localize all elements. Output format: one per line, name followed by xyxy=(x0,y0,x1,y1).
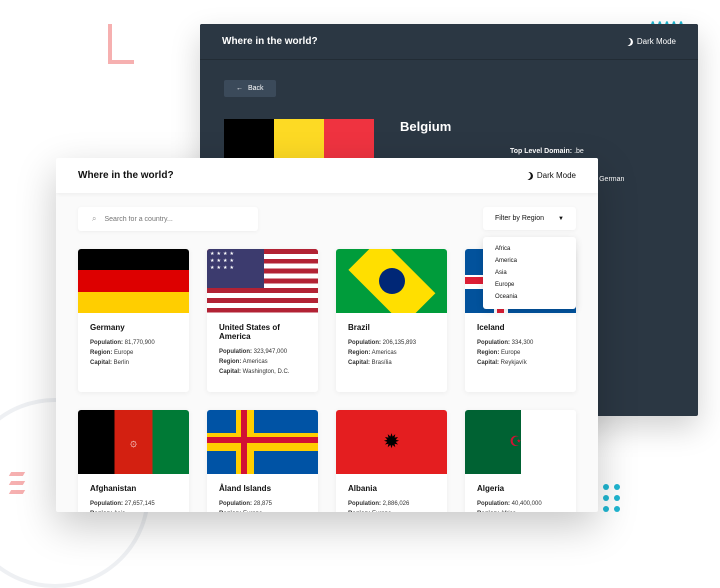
theme-label: Dark Mode xyxy=(637,37,676,46)
search-input[interactable] xyxy=(104,216,244,223)
country-card[interactable]: United States of America Population: 323,… xyxy=(207,249,318,392)
app-title-dark: Where in the world? xyxy=(222,36,318,47)
card-capital: Capital: Berlin xyxy=(90,358,177,368)
decor-stripes xyxy=(10,472,24,494)
arrow-left-icon: ← xyxy=(236,85,243,92)
card-region: Region: Africa xyxy=(477,509,564,512)
card-population: Population: 28,875 xyxy=(219,499,306,509)
card-population: Population: 206,135,893 xyxy=(348,338,435,348)
filter-option[interactable]: Asia xyxy=(483,267,576,279)
country-card[interactable]: ☪AlgeriaPopulation: 40,400,000Region: Af… xyxy=(465,410,576,512)
filter-option[interactable]: Africa xyxy=(483,243,576,255)
country-card[interactable]: ✹AlbaniaPopulation: 2,886,026Region: Eur… xyxy=(336,410,447,512)
back-label: Back xyxy=(248,85,264,92)
card-region: Region: Europe xyxy=(90,348,177,358)
dark-header: Where in the world? Dark Mode xyxy=(200,24,698,59)
moon-icon xyxy=(624,36,634,46)
card-population: Population: 2,886,026 xyxy=(348,499,435,509)
theme-toggle-light[interactable]: Dark Mode xyxy=(525,171,576,180)
filter-option[interactable]: Oceania xyxy=(483,291,576,303)
card-population: Population: 323,947,000 xyxy=(219,347,306,357)
app-title-light: Where in the world? xyxy=(78,170,174,181)
filter-region-menu: Africa America Asia Europe Oceania xyxy=(483,237,576,309)
country-card[interactable]: Germany Population: 81,770,900Region: Eur… xyxy=(78,249,189,392)
toolbar: ⌕ Filter by Region ▼ Africa America Asia… xyxy=(56,193,598,245)
search-box[interactable]: ⌕ xyxy=(78,207,258,231)
card-name: Brazil xyxy=(348,323,435,332)
card-name: Algeria xyxy=(477,484,564,493)
light-header: Where in the world? Dark Mode xyxy=(56,158,598,193)
back-button[interactable]: ← Back xyxy=(224,80,276,97)
filter-option[interactable]: Europe xyxy=(483,279,576,291)
card-region: Region: Europe xyxy=(348,509,435,512)
card-capital: Capital: Washington, D.C. xyxy=(219,367,306,377)
moon-icon xyxy=(524,170,534,180)
decor-bracket xyxy=(108,24,134,64)
card-name: Iceland xyxy=(477,323,564,332)
chevron-down-icon: ▼ xyxy=(558,216,564,222)
card-population: Population: 27,657,145 xyxy=(90,499,177,509)
filter-label: Filter by Region xyxy=(495,215,544,222)
card-region: Region: Europe xyxy=(477,348,564,358)
filter-region-button[interactable]: Filter by Region ▼ xyxy=(483,207,576,230)
country-name: Belgium xyxy=(400,119,674,134)
filter-option[interactable]: America xyxy=(483,255,576,267)
card-region: Region: Americas xyxy=(219,357,306,367)
card-name: Albania xyxy=(348,484,435,493)
card-region: Region: Asia xyxy=(90,509,177,512)
card-capital: Capital: Reykjavík xyxy=(477,358,564,368)
card-region: Region: Americas xyxy=(348,348,435,358)
card-name: Afghanistan xyxy=(90,484,177,493)
card-region: Region: Europe xyxy=(219,509,306,512)
card-capital: Capital: Brasília xyxy=(348,358,435,368)
search-icon: ⌕ xyxy=(92,214,96,224)
theme-toggle-dark[interactable]: Dark Mode xyxy=(625,37,676,46)
country-card[interactable]: Åland Islands Population: 28,875Region: E… xyxy=(207,410,318,512)
country-card[interactable]: Brazil Population: 206,135,893Region: Ame… xyxy=(336,249,447,392)
card-name: Åland Islands xyxy=(219,484,306,493)
theme-label: Dark Mode xyxy=(537,171,576,180)
card-name: Germany xyxy=(90,323,177,332)
card-name: United States of America xyxy=(219,323,306,341)
light-window: Where in the world? Dark Mode ⌕ Filter b… xyxy=(56,158,598,512)
card-population: Population: 40,400,000 xyxy=(477,499,564,509)
country-card[interactable]: ۞AfghanistanPopulation: 27,657,145Region… xyxy=(78,410,189,512)
card-population: Population: 334,300 xyxy=(477,338,564,348)
card-population: Population: 81,770,900 xyxy=(90,338,177,348)
